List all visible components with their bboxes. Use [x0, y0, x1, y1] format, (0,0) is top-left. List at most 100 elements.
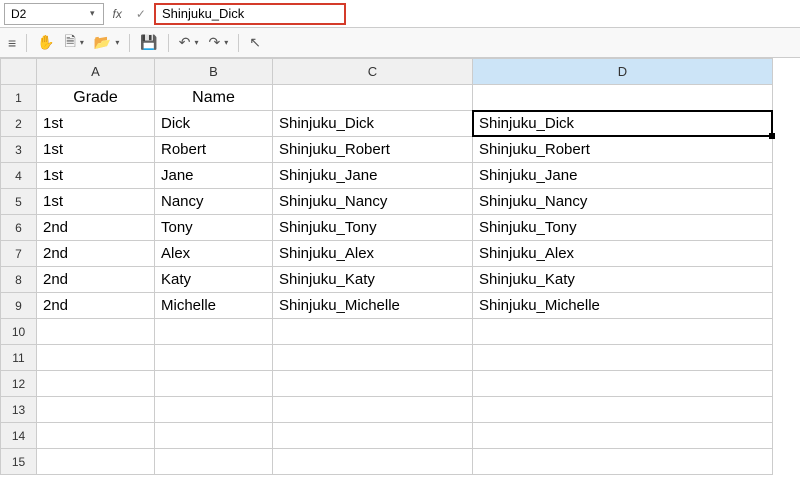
cell-B4[interactable]: Jane	[155, 163, 273, 189]
cell-B8[interactable]: Katy	[155, 267, 273, 293]
cell-A14[interactable]	[37, 423, 155, 449]
row-header-9[interactable]: 9	[1, 293, 37, 319]
cell-B9[interactable]: Michelle	[155, 293, 273, 319]
cell-C1[interactable]	[273, 85, 473, 111]
cell-D7[interactable]: Shinjuku_Alex	[473, 241, 773, 267]
cell-D9[interactable]: Shinjuku_Michelle	[473, 293, 773, 319]
cell-A10[interactable]	[37, 319, 155, 345]
menu-icon[interactable]: ≡	[8, 35, 16, 51]
cell-C2[interactable]: Shinjuku_Dick	[273, 111, 473, 137]
row-header-5[interactable]: 5	[1, 189, 37, 215]
undo-dropdown-icon[interactable]: ▾	[195, 38, 199, 47]
cell-B5[interactable]: Nancy	[155, 189, 273, 215]
cell-D4[interactable]: Shinjuku_Jane	[473, 163, 773, 189]
cell-D10[interactable]	[473, 319, 773, 345]
row-header-8[interactable]: 8	[1, 267, 37, 293]
cell-D6[interactable]: Shinjuku_Tony	[473, 215, 773, 241]
cell-C11[interactable]	[273, 345, 473, 371]
cell-A12[interactable]	[37, 371, 155, 397]
cell-A15[interactable]	[37, 449, 155, 475]
cell-D13[interactable]	[473, 397, 773, 423]
column-header-B[interactable]: B	[155, 59, 273, 85]
accept-icon[interactable]: ✓	[132, 7, 150, 21]
pointer-icon[interactable]: ↖	[249, 34, 261, 51]
cell-C7[interactable]: Shinjuku_Alex	[273, 241, 473, 267]
row-header-13[interactable]: 13	[1, 397, 37, 423]
cell-A6[interactable]: 2nd	[37, 215, 155, 241]
row: 15	[1, 449, 773, 475]
cell-D5[interactable]: Shinjuku_Nancy	[473, 189, 773, 215]
column-header-D[interactable]: D	[473, 59, 773, 85]
cell-B13[interactable]	[155, 397, 273, 423]
column-header-A[interactable]: A	[37, 59, 155, 85]
redo-dropdown-icon[interactable]: ▾	[224, 38, 228, 47]
cell-B1[interactable]: Name	[155, 85, 273, 111]
cell-C3[interactable]: Shinjuku_Robert	[273, 137, 473, 163]
cell-A11[interactable]	[37, 345, 155, 371]
row-header-7[interactable]: 7	[1, 241, 37, 267]
column-header-C[interactable]: C	[273, 59, 473, 85]
fx-icon[interactable]: fx	[107, 7, 128, 21]
cell-A4[interactable]: 1st	[37, 163, 155, 189]
cell-A2[interactable]: 1st	[37, 111, 155, 137]
cell-B14[interactable]	[155, 423, 273, 449]
cell-C9[interactable]: Shinjuku_Michelle	[273, 293, 473, 319]
cell-C5[interactable]: Shinjuku_Nancy	[273, 189, 473, 215]
row: 1GradeName	[1, 85, 773, 111]
cell-C12[interactable]	[273, 371, 473, 397]
row-header-12[interactable]: 12	[1, 371, 37, 397]
cell-A1[interactable]: Grade	[37, 85, 155, 111]
new-doc-icon[interactable]: 🗎	[65, 31, 76, 55]
row-header-2[interactable]: 2	[1, 111, 37, 137]
cell-B2[interactable]: Dick	[155, 111, 273, 137]
cell-A7[interactable]: 2nd	[37, 241, 155, 267]
hand-icon[interactable]: ✋	[37, 34, 54, 51]
cell-A13[interactable]	[37, 397, 155, 423]
save-icon[interactable]: 💾	[140, 34, 157, 51]
cell-C8[interactable]: Shinjuku_Katy	[273, 267, 473, 293]
row-header-3[interactable]: 3	[1, 137, 37, 163]
cell-A3[interactable]: 1st	[37, 137, 155, 163]
new-doc-dropdown-icon[interactable]: ▾	[80, 38, 84, 47]
cell-D3[interactable]: Shinjuku_Robert	[473, 137, 773, 163]
cell-C4[interactable]: Shinjuku_Jane	[273, 163, 473, 189]
formula-input[interactable]	[162, 6, 338, 21]
cell-D12[interactable]	[473, 371, 773, 397]
row: 10	[1, 319, 773, 345]
cell-D11[interactable]	[473, 345, 773, 371]
cell-B7[interactable]: Alex	[155, 241, 273, 267]
cell-C6[interactable]: Shinjuku_Tony	[273, 215, 473, 241]
cell-B6[interactable]: Tony	[155, 215, 273, 241]
cell-B10[interactable]	[155, 319, 273, 345]
cell-D2[interactable]: Shinjuku_Dick	[473, 111, 773, 137]
cell-D1[interactable]	[473, 85, 773, 111]
row-header-4[interactable]: 4	[1, 163, 37, 189]
row-header-6[interactable]: 6	[1, 215, 37, 241]
row-header-11[interactable]: 11	[1, 345, 37, 371]
row-header-10[interactable]: 10	[1, 319, 37, 345]
cell-B12[interactable]	[155, 371, 273, 397]
cell-C10[interactable]	[273, 319, 473, 345]
row-header-1[interactable]: 1	[1, 85, 37, 111]
cell-D14[interactable]	[473, 423, 773, 449]
name-box[interactable]	[4, 3, 104, 25]
name-box-dropdown-icon[interactable]: ▾	[90, 8, 95, 19]
row-header-15[interactable]: 15	[1, 449, 37, 475]
undo-icon[interactable]: ↶	[179, 34, 191, 51]
cell-A8[interactable]: 2nd	[37, 267, 155, 293]
cell-D15[interactable]	[473, 449, 773, 475]
cell-C14[interactable]	[273, 423, 473, 449]
cell-B3[interactable]: Robert	[155, 137, 273, 163]
redo-icon[interactable]: ↷	[209, 34, 221, 51]
row-header-14[interactable]: 14	[1, 423, 37, 449]
cell-A9[interactable]: 2nd	[37, 293, 155, 319]
cell-C13[interactable]	[273, 397, 473, 423]
cell-D8[interactable]: Shinjuku_Katy	[473, 267, 773, 293]
cell-B15[interactable]	[155, 449, 273, 475]
cell-A5[interactable]: 1st	[37, 189, 155, 215]
cell-C15[interactable]	[273, 449, 473, 475]
cell-B11[interactable]	[155, 345, 273, 371]
open-dropdown-icon[interactable]: ▾	[115, 38, 119, 47]
open-icon[interactable]: 📂	[94, 34, 111, 51]
select-all-corner[interactable]	[1, 59, 37, 85]
